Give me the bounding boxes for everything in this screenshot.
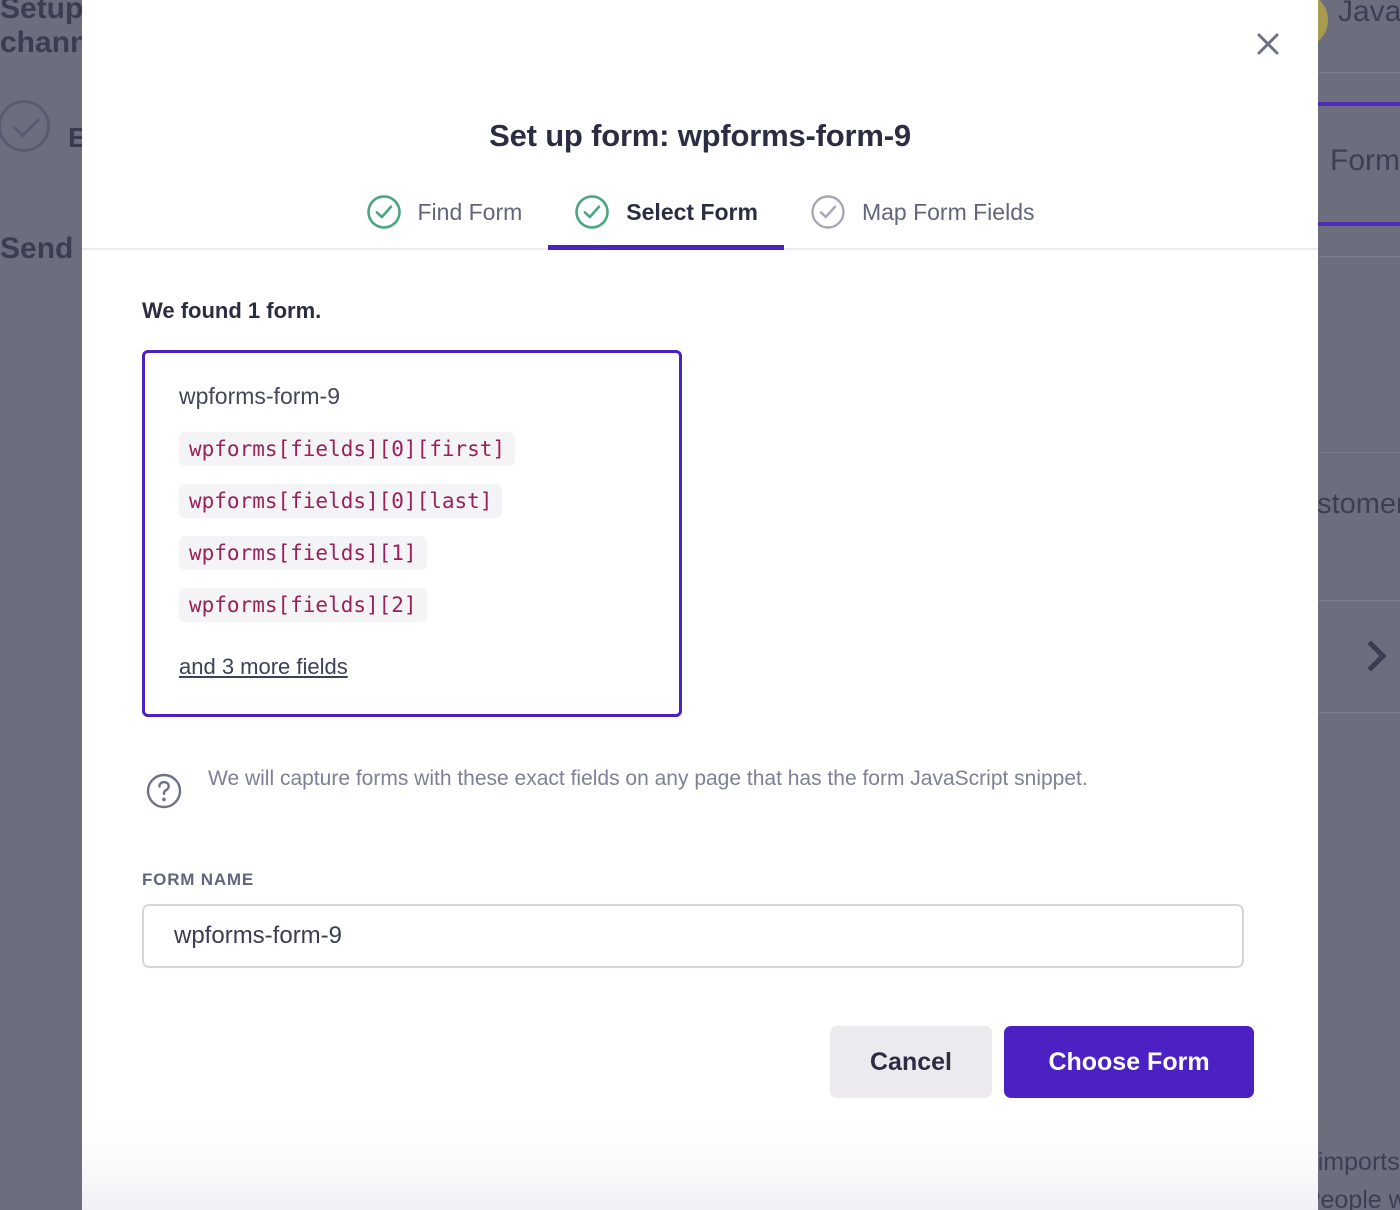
- background-text: Form: [1330, 144, 1400, 177]
- modal-body: We found 1 form. wpforms-form-9 wpforms[…: [82, 250, 1318, 1098]
- form-field-chip: wpforms[fields][0][first]: [179, 432, 516, 466]
- form-field-chip: wpforms[fields][1]: [179, 536, 427, 570]
- check-circle-icon: [810, 194, 846, 230]
- step-tabs: Find Form Select Form Map Form Fields: [82, 194, 1318, 250]
- question-circle-icon: [142, 769, 186, 818]
- tab-select-form[interactable]: Select Form: [548, 194, 784, 250]
- background-text: Send: [0, 232, 74, 265]
- found-forms-heading: We found 1 form.: [142, 298, 322, 323]
- form-field-chip: wpforms[fields][0][last]: [179, 484, 503, 518]
- page-title: Set up form: wpforms-form-9: [489, 118, 911, 153]
- close-button[interactable]: [1246, 22, 1290, 66]
- more-fields-link[interactable]: and 3 more fields: [179, 654, 348, 680]
- chevron-right-icon[interactable]: [1355, 640, 1387, 672]
- close-icon: [1257, 33, 1279, 55]
- modal-bottom-fade: [82, 1120, 1318, 1210]
- form-field-chip: wpforms[fields][2]: [179, 588, 427, 622]
- cancel-button[interactable]: Cancel: [830, 1026, 992, 1098]
- check-circle-icon: [366, 194, 402, 230]
- setup-form-modal: Set up form: wpforms-form-9 Find Form Se…: [82, 0, 1318, 1195]
- bg-check-circle-icon: [0, 100, 50, 152]
- check-circle-icon: [574, 194, 610, 230]
- capture-hint-text: We will capture forms with these exact f…: [208, 767, 1088, 790]
- form-name-input[interactable]: [142, 904, 1244, 968]
- modal-actions: Cancel Choose Form: [142, 1026, 1258, 1098]
- tab-map-form-fields[interactable]: Map Form Fields: [784, 194, 1061, 248]
- background-text: chann: [0, 26, 89, 59]
- tab-label: Find Form: [417, 198, 523, 225]
- tab-label: Select Form: [626, 198, 758, 225]
- choose-form-button[interactable]: Choose Form: [1004, 1026, 1254, 1098]
- form-card-name: wpforms-form-9: [179, 383, 341, 409]
- form-result-card[interactable]: wpforms-form-9 wpforms[fields][0][first]…: [142, 350, 682, 717]
- background-text: JavaS: [1338, 0, 1400, 28]
- form-field-chip-list: wpforms[fields][0][first] wpforms[fields…: [179, 432, 645, 640]
- capture-hint: We will capture forms with these exact f…: [142, 763, 1202, 818]
- tab-find-form[interactable]: Find Form: [340, 194, 549, 248]
- background-text: Setup: [0, 0, 84, 25]
- form-name-label: FORM NAME: [142, 870, 255, 889]
- tab-label: Map Form Fields: [861, 198, 1035, 225]
